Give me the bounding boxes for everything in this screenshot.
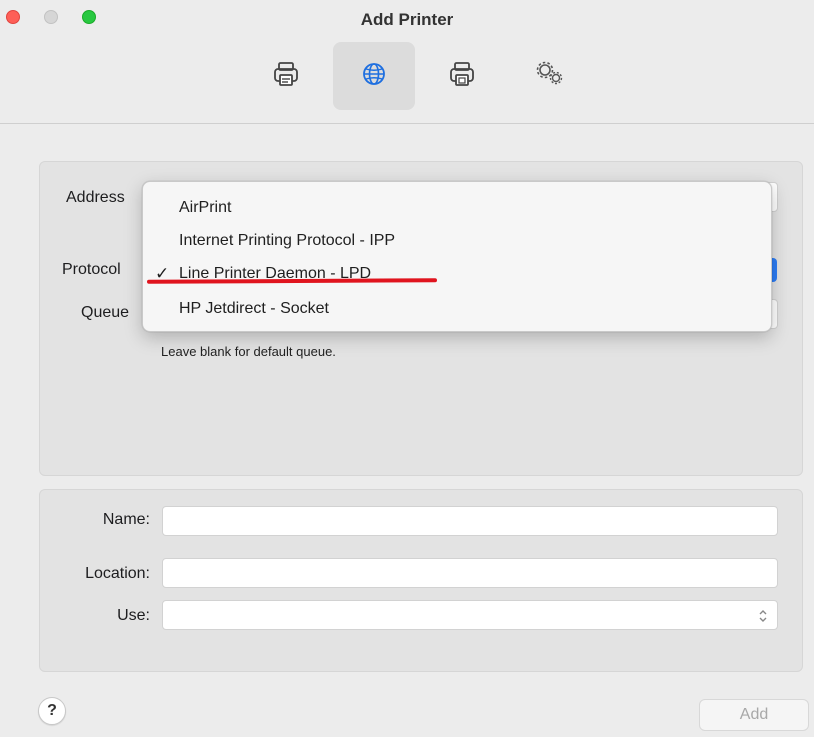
globe-icon [359,59,389,94]
toolbar-ip[interactable] [333,42,415,110]
address-label: Address [66,189,125,206]
use-label: Use: [117,607,150,624]
menu-item-ipp[interactable]: Internet Printing Protocol - IPP [179,232,395,250]
use-popup[interactable] [162,600,778,630]
menu-item-socket[interactable]: HP Jetdirect - Socket [179,300,329,318]
protocol-label: Protocol [62,261,121,278]
toolbar-divider [0,123,814,124]
menu-item-airprint[interactable]: AirPrint [179,199,231,217]
protocol-menu: AirPrint Internet Printing Protocol - IP… [142,181,772,332]
printer-icon [271,59,301,94]
toolbar-windows[interactable] [421,42,503,110]
add-button[interactable]: Add [699,699,809,731]
gears-icon [533,59,567,94]
help-button[interactable]: ? [38,697,66,725]
queue-label: Queue [81,304,130,321]
queue-hint: Leave blank for default queue. [161,344,336,359]
location-field[interactable] [162,558,778,588]
name-label: Name: [102,511,150,528]
toolbar-advanced[interactable] [509,42,591,110]
toolbar-default-printer[interactable] [245,42,327,110]
location-label: Location: [85,565,150,582]
window-title: Add Printer [360,10,454,29]
name-field[interactable] [162,506,778,536]
chevron-updown-icon [758,608,768,624]
printer-alt-icon [447,59,477,94]
